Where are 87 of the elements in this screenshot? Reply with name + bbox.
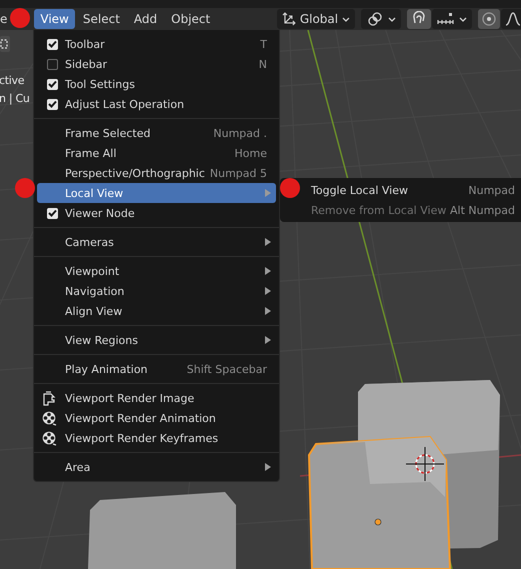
menu-item[interactable]: Frame All Home	[37, 143, 276, 163]
falloff-dropdown[interactable]	[501, 9, 521, 29]
item-label: Align View	[65, 304, 124, 318]
item-label: View Regions	[65, 334, 139, 346]
menu-item[interactable]: Local View	[37, 183, 276, 203]
item-label: Sidebar	[65, 58, 108, 70]
render-image-icon	[42, 390, 56, 406]
item-label: Toolbar	[65, 38, 106, 50]
menu-item[interactable]: Perspective/Orthographic Numpad 5	[37, 163, 276, 183]
link-icon	[366, 11, 384, 27]
menu-item[interactable]: Align View	[37, 301, 276, 321]
curve-icon	[505, 12, 521, 26]
menu-button[interactable]: Add	[128, 9, 164, 29]
submenu-arrow-icon	[265, 307, 271, 315]
menu-item[interactable]: Viewport Render Image	[37, 388, 276, 408]
orientation-dropdown[interactable]: Global	[277, 9, 355, 29]
menu-item[interactable]: Play Animation Shift Spacebar	[37, 359, 276, 379]
film-reel-icon	[42, 430, 57, 446]
proportional-toggle[interactable]	[478, 9, 500, 29]
menu-item[interactable]: Toolbar T	[37, 34, 276, 54]
menu-button[interactable]: Select	[76, 9, 126, 29]
item-label: Navigation	[65, 284, 126, 298]
menu-item[interactable]: Viewpoint	[37, 261, 276, 281]
film-reel-icon	[42, 410, 57, 426]
shortcut-label: Alt Numpad	[450, 204, 515, 216]
menu-item[interactable]: Viewer Node	[37, 203, 276, 223]
item-label: Frame Selected	[65, 126, 152, 140]
item-label: Play Animation	[65, 362, 149, 376]
shortcut-label: Numpad 5	[210, 166, 267, 180]
shortcut-label: T	[260, 38, 267, 50]
origin-dot	[374, 518, 382, 526]
select-tool-icon	[0, 36, 10, 52]
menu-button[interactable]: View	[34, 9, 75, 29]
shortcut-label: Numpad .	[213, 126, 267, 140]
snap-type-dropdown[interactable]	[432, 9, 472, 29]
menu-item[interactable]: Viewport Render Animation	[37, 408, 276, 428]
menu-item[interactable]: Viewport Render Keyframes	[37, 428, 276, 448]
pivot-dropdown[interactable]	[361, 9, 401, 29]
submenu-arrow-icon	[265, 238, 271, 246]
dropdown-value: Global	[300, 12, 338, 26]
axis-icon	[282, 12, 296, 26]
menu-item[interactable]: Adjust Last Operation	[37, 94, 276, 114]
item-label: Perspective/Orthographic	[65, 166, 206, 180]
item-label: Tool Settings	[65, 78, 136, 90]
shortcut-label: Shift Spacebar	[186, 362, 267, 376]
item-label: Viewer Node	[65, 206, 136, 220]
item-label: Viewport Render Image	[65, 392, 196, 404]
marker-dot	[15, 178, 35, 198]
menu-item[interactable]: Cameras	[37, 232, 276, 252]
item-label: Adjust Last Operation	[65, 98, 186, 110]
target-icon	[482, 12, 496, 26]
item-label: Cameras	[65, 236, 115, 248]
check-icon	[48, 209, 57, 217]
menu-item[interactable]: View Regions	[37, 330, 276, 350]
shortcut-label: Home	[234, 146, 267, 160]
submenu-arrow-icon	[265, 463, 271, 471]
menu-item[interactable]: Sidebar N	[37, 54, 276, 74]
checkbox[interactable]	[47, 58, 58, 70]
submenu-arrow-icon	[265, 267, 271, 275]
item-label: Area	[65, 460, 92, 474]
chevron-icon	[342, 16, 350, 22]
cursor-icon	[406, 446, 444, 482]
item-label: Frame All	[65, 146, 118, 160]
menu-button[interactable]: Object	[165, 9, 216, 29]
submenu-arrow-icon	[265, 287, 271, 295]
check-icon	[48, 100, 57, 108]
shortcut-label: Numpad	[468, 184, 515, 196]
item-label: Viewpoint	[65, 264, 120, 278]
shortcut-label: N	[258, 58, 267, 70]
check-icon	[48, 80, 57, 88]
menu-item[interactable]: Navigation	[37, 281, 276, 301]
snap-toggle[interactable]	[407, 9, 431, 29]
item-label: Local View	[65, 186, 124, 200]
check-icon	[48, 40, 57, 48]
menu-item[interactable]: Toggle Local View Numpad	[301, 180, 521, 200]
viewport-info: n | Cu	[0, 91, 30, 107]
mode-label: e	[0, 12, 8, 26]
menu-item[interactable]: Tool Settings	[37, 74, 276, 94]
chevron-icon	[388, 16, 396, 22]
menu-item[interactable]: Area	[37, 457, 276, 477]
submenu-arrow-icon	[265, 336, 271, 344]
menu-item[interactable]: Frame Selected Numpad .	[37, 123, 276, 143]
item-label: Viewport Render Animation	[65, 412, 217, 424]
increment-icon	[437, 12, 455, 26]
item-label: Viewport Render Keyframes	[65, 432, 220, 444]
submenu-arrow-icon	[265, 189, 271, 197]
chevron-icon	[459, 16, 467, 22]
